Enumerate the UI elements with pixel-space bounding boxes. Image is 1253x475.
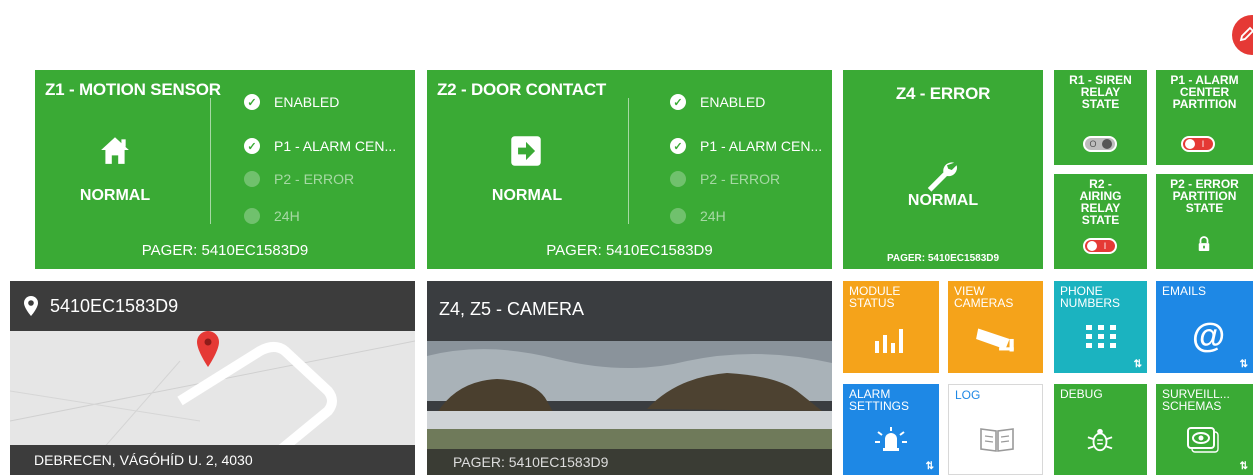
zone-tile-z2[interactable]: Z2 - DOOR CONTACT NORMAL ✓ ENABLED ✓ P1 - … <box>427 70 832 269</box>
pager-label: PAGER: 5410EC1583D9 <box>886 253 1000 264</box>
zone-status: NORMAL <box>907 192 979 209</box>
feature-enabled: ✓ ENABLED <box>244 94 339 110</box>
divider <box>210 98 211 224</box>
dot-icon <box>670 208 686 224</box>
book-icon <box>980 428 1014 452</box>
emails-tile[interactable]: EMAILS @ ⇅ <box>1156 281 1253 373</box>
relay-title: P2 - ERROR PARTITION STATE <box>1170 177 1239 215</box>
relay-tile-r2[interactable]: R2 - AIRING RELAY STATE I <box>1054 174 1147 269</box>
tile-label: LOG <box>955 388 981 402</box>
feature-24h: 24H <box>670 208 726 224</box>
zone-tile-z1[interactable]: Z1 - MOTION SENSOR NORMAL ✓ ENABLED ✓ P1 -… <box>35 70 415 269</box>
keypad-icon <box>1086 325 1116 348</box>
dot-icon <box>244 208 260 224</box>
camera-title: Z4, Z5 - CAMERA <box>439 299 585 319</box>
tile-label: DEBUG <box>1060 387 1103 401</box>
feature-p1: ✓ P1 - ALARM CEN... <box>244 138 396 154</box>
feature-24h: 24H <box>244 208 300 224</box>
eye-icon <box>1187 427 1219 453</box>
relay-title: P1 - ALARM CENTER PARTITION <box>1170 73 1239 111</box>
home-icon <box>101 137 129 164</box>
debug-tile[interactable]: DEBUG <box>1054 384 1147 475</box>
divider <box>628 98 629 224</box>
dot-icon <box>244 171 260 187</box>
tile-label: ALARM SETTINGS <box>849 387 910 413</box>
module-status-tile[interactable]: MODULE STATUS <box>843 281 939 373</box>
alarm-settings-tile[interactable]: ALARM SETTINGS ⇅ <box>843 384 939 475</box>
feature-p1: ✓ P1 - ALARM CEN... <box>670 138 822 154</box>
phone-numbers-tile[interactable]: PHONE NUMBERS ⇅ <box>1054 281 1147 373</box>
settings-sliders-icon: ⇅ <box>1133 359 1142 370</box>
camera-panel[interactable]: Z4, Z5 - CAMERA PAGER: 5410EC1583D9 <box>427 281 832 475</box>
wrench-icon <box>927 162 957 192</box>
door-enter-icon <box>511 136 541 166</box>
relay-tile-r1[interactable]: R1 - SIREN RELAY STATE O <box>1054 70 1147 165</box>
view-cameras-tile[interactable]: VIEW CAMERAS <box>948 281 1043 373</box>
zone-status: NORMAL <box>491 187 563 204</box>
cctv-camera-icon <box>976 328 1014 352</box>
relay-title: R1 - SIREN RELAY STATE <box>1069 73 1132 111</box>
feature-p2: P2 - ERROR <box>244 171 354 187</box>
edit-fab-button[interactable] <box>1232 15 1253 55</box>
map-marker-icon[interactable] <box>197 321 219 377</box>
zone-title: Z2 - DOOR CONTACT <box>437 80 607 99</box>
log-tile[interactable]: LOG <box>948 384 1043 475</box>
feature-enabled: ✓ ENABLED <box>670 94 765 110</box>
relay-title: R2 - AIRING RELAY STATE <box>1079 177 1122 227</box>
check-icon: ✓ <box>670 94 686 110</box>
tile-label: VIEW CAMERAS <box>954 284 1014 310</box>
map-device-id: 5410EC1583D9 <box>50 295 179 316</box>
camera-pager: PAGER: 5410EC1583D9 <box>427 449 832 475</box>
check-icon: ✓ <box>670 138 686 154</box>
relay-tile-p1[interactable]: P1 - ALARM CENTER PARTITION I <box>1156 70 1253 165</box>
map-panel[interactable]: 5410EC1583D9 DEBRECEN, VÁGÓHÍD U. 2, 403… <box>10 281 415 475</box>
settings-sliders-icon: ⇅ <box>1239 461 1248 472</box>
settings-sliders-icon: ⇅ <box>1239 359 1248 370</box>
alarm-bell-icon <box>875 427 907 451</box>
tile-label: SURVEILL... SCHEMAS <box>1162 387 1230 413</box>
relay-tile-p2[interactable]: P2 - ERROR PARTITION STATE <box>1156 174 1253 269</box>
tile-label: MODULE STATUS <box>849 284 901 310</box>
dot-icon <box>670 171 686 187</box>
map-address: DEBRECEN, VÁGÓHÍD U. 2, 4030 <box>10 445 415 475</box>
relay-toggle[interactable]: O <box>1083 136 1117 152</box>
edit-icon <box>1239 26 1253 42</box>
relay-toggle[interactable]: I <box>1181 136 1215 152</box>
surveillance-schemas-tile[interactable]: SURVEILL... SCHEMAS ⇅ <box>1156 384 1253 475</box>
tile-label: EMAILS <box>1162 284 1207 298</box>
at-icon: @ <box>1192 317 1226 355</box>
relay-toggle[interactable]: I <box>1083 238 1117 254</box>
feature-p2: P2 - ERROR <box>670 171 780 187</box>
bar-chart-icon <box>875 329 903 353</box>
location-pin-icon <box>24 296 38 316</box>
settings-sliders-icon: ⇅ <box>925 461 934 472</box>
zone-status: NORMAL <box>79 187 151 204</box>
lock-icon <box>1198 236 1210 251</box>
zone-title: Z1 - MOTION SENSOR <box>45 80 221 99</box>
check-icon: ✓ <box>244 138 260 154</box>
bug-icon <box>1087 428 1113 452</box>
zone-title: Z4 - ERROR <box>895 84 991 103</box>
pager-label: PAGER: 5410EC1583D9 <box>546 242 713 259</box>
check-icon: ✓ <box>244 94 260 110</box>
pager-label: PAGER: 5410EC1583D9 <box>141 242 309 259</box>
zone-tile-z4[interactable]: Z4 - ERROR NORMAL PAGER: 5410EC1583D9 <box>843 70 1043 269</box>
tile-label: PHONE NUMBERS <box>1060 284 1121 310</box>
